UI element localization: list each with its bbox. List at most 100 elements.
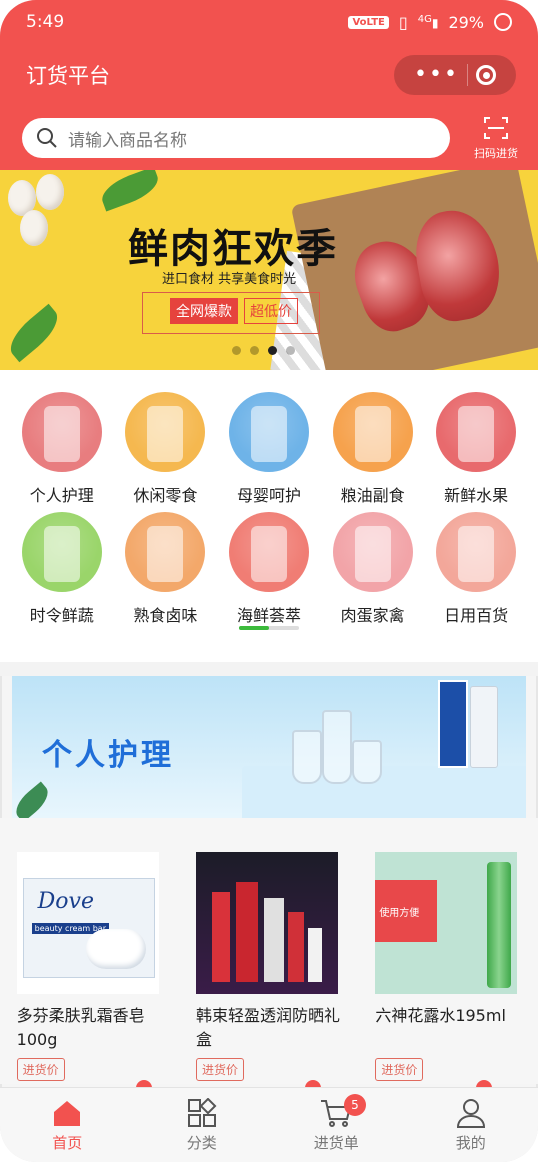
- category-image: [228, 392, 309, 472]
- product-name: 六神花露水195ml: [375, 1006, 506, 1025]
- price-button[interactable]: 进货价: [16, 1058, 65, 1081]
- battery-text: 29%: [448, 12, 484, 32]
- category-label: 时令鲜蔬: [29, 606, 94, 625]
- plant-image: [12, 781, 54, 818]
- close-target-icon[interactable]: [476, 65, 496, 85]
- red-box-text: 使用方便: [379, 908, 420, 919]
- category-label: 母婴呵护: [236, 486, 301, 505]
- banner-tag-hot: 全网爆款: [170, 298, 238, 324]
- search-icon: [37, 128, 57, 148]
- flask-image: [352, 740, 382, 784]
- category-item[interactable]: 肉蛋家禽: [321, 512, 425, 626]
- status-icons: VoLTE ▯ 4G▮ 29%: [348, 13, 512, 32]
- home-icon: [54, 1100, 81, 1126]
- category-label: 熟食卤味: [133, 606, 198, 625]
- category-label: 新鲜水果: [444, 486, 509, 505]
- mini-program-capsule: •••: [394, 55, 516, 95]
- category-product-shape: [458, 526, 495, 582]
- category-item[interactable]: 母婴呵护: [217, 392, 321, 506]
- display-platform-image: [242, 766, 526, 818]
- product-image: [195, 852, 338, 994]
- scan-label: 扫码进货: [474, 147, 518, 160]
- category-scroll-indicator: [239, 626, 299, 630]
- category-product-shape: [354, 406, 391, 462]
- tab-mine[interactable]: 我的: [404, 1088, 538, 1162]
- category-image: [436, 512, 517, 592]
- search-row: 请输入商品名称 扫码进货: [0, 106, 538, 170]
- red-box-image: 使用方便: [375, 880, 438, 942]
- page-title: 订货平台: [26, 64, 110, 88]
- tab-category-label: 分类: [186, 1133, 217, 1152]
- pagination-dot[interactable]: [286, 346, 295, 355]
- cart-badge: 5: [344, 1094, 366, 1116]
- category-product-shape: [147, 406, 184, 462]
- category-item[interactable]: 新鲜水果: [424, 392, 528, 506]
- category-product-shape: [147, 526, 184, 582]
- category-image: [125, 512, 206, 592]
- more-icon[interactable]: •••: [414, 64, 459, 86]
- category-product-shape: [43, 406, 80, 462]
- category-item[interactable]: 休闲零食: [114, 392, 218, 506]
- spray-bottle-image: [487, 862, 512, 988]
- cosmetic-bottle-image: [307, 928, 322, 982]
- category-label: 肉蛋家禽: [340, 606, 405, 625]
- phone-screen: 5:49 VoLTE ▯ 4G▮ 29% 订货平台 ••• 请输入商品名称 扫码…: [0, 0, 538, 1162]
- category-image: [125, 392, 206, 472]
- title-row: 订货平台 •••: [0, 44, 538, 106]
- cosmetic-bottle-image: [211, 892, 230, 982]
- cosmetic-bottle-image: [263, 898, 284, 982]
- price-button[interactable]: 进货价: [375, 1058, 424, 1081]
- category-image: [436, 392, 517, 472]
- vibrate-icon: ▯: [398, 12, 408, 32]
- category-product-shape: [250, 526, 287, 582]
- volte-icon: VoLTE: [348, 15, 389, 29]
- category-item[interactable]: 个人护理: [10, 392, 114, 506]
- battery-icon: [494, 13, 512, 31]
- banner-pagination: [232, 346, 295, 355]
- category-grid: 个人护理 休闲零食 母婴呵护 粮油副食 新鲜水果时令鲜蔬 熟食卤味 海鲜荟萃 肉蛋家禽 日用百货: [0, 370, 538, 662]
- capsule-divider: [466, 64, 468, 86]
- status-bar: 5:49 VoLTE ▯ 4G▮ 29%: [0, 0, 538, 44]
- search-input[interactable]: 请输入商品名称: [22, 118, 450, 158]
- user-icon: [456, 1098, 485, 1128]
- flask-image: [292, 730, 322, 784]
- signal-icon: 4G▮: [417, 14, 439, 30]
- price-button[interactable]: 进货价: [195, 1058, 244, 1081]
- tab-cart-label: 进货单: [313, 1133, 359, 1152]
- category-item[interactable]: 粮油副食: [321, 392, 425, 506]
- product-card[interactable]: 使用方便 六神花露水195ml 进货价: [375, 852, 521, 1084]
- category-label: 个人护理: [29, 486, 94, 505]
- flask-image: [322, 710, 352, 784]
- product-list: Dove beauty cream bar 多芬柔肤乳霜香皂100g 进货价 韩…: [0, 818, 538, 1084]
- section-title: 个人护理: [42, 738, 174, 773]
- cosmetic-bottle-image: [287, 912, 304, 982]
- pagination-dot-active[interactable]: [268, 346, 277, 355]
- scan-button[interactable]: 扫码进货: [466, 115, 526, 161]
- product-card[interactable]: 韩束轻盈透润防晒礼盒 进货价: [195, 852, 342, 1084]
- banner-subtitle: 进口食材 共享美食时光: [162, 272, 297, 287]
- category-product-shape: [250, 406, 287, 462]
- tab-home-label: 首页: [52, 1133, 83, 1152]
- tab-cart[interactable]: 进货单 5: [269, 1088, 404, 1162]
- category-image: [21, 512, 102, 592]
- herb-image: [97, 170, 163, 212]
- promo-banner[interactable]: 鲜肉狂欢季 进口食材 共享美食时光 全网爆款 超低价: [0, 170, 538, 370]
- tab-mine-label: 我的: [455, 1133, 486, 1152]
- category-item[interactable]: 时令鲜蔬: [10, 512, 114, 626]
- category-image: [332, 392, 413, 472]
- category-label: 休闲零食: [133, 486, 198, 505]
- tab-home[interactable]: 首页: [0, 1088, 135, 1162]
- category-label: 日用百货: [444, 606, 509, 625]
- banner-title: 鲜肉狂欢季: [128, 225, 338, 272]
- tab-category[interactable]: 分类: [135, 1088, 270, 1162]
- section-gap: [0, 662, 538, 676]
- category-item[interactable]: 日用百货: [424, 512, 528, 626]
- pagination-dot[interactable]: [232, 346, 241, 355]
- category-item[interactable]: 海鲜荟萃: [217, 512, 321, 626]
- category-list: 个人护理 休闲零食 母婴呵护 粮油副食 新鲜水果时令鲜蔬 熟食卤味 海鲜荟萃 肉蛋家禽 日用百货: [0, 370, 538, 626]
- section-banner-personal-care[interactable]: 个人护理: [12, 676, 526, 818]
- category-item[interactable]: 熟食卤味: [114, 512, 218, 626]
- pagination-dot[interactable]: [250, 346, 259, 355]
- product-card[interactable]: Dove beauty cream bar 多芬柔肤乳霜香皂100g 进货价: [16, 852, 163, 1084]
- category-product-shape: [354, 526, 391, 582]
